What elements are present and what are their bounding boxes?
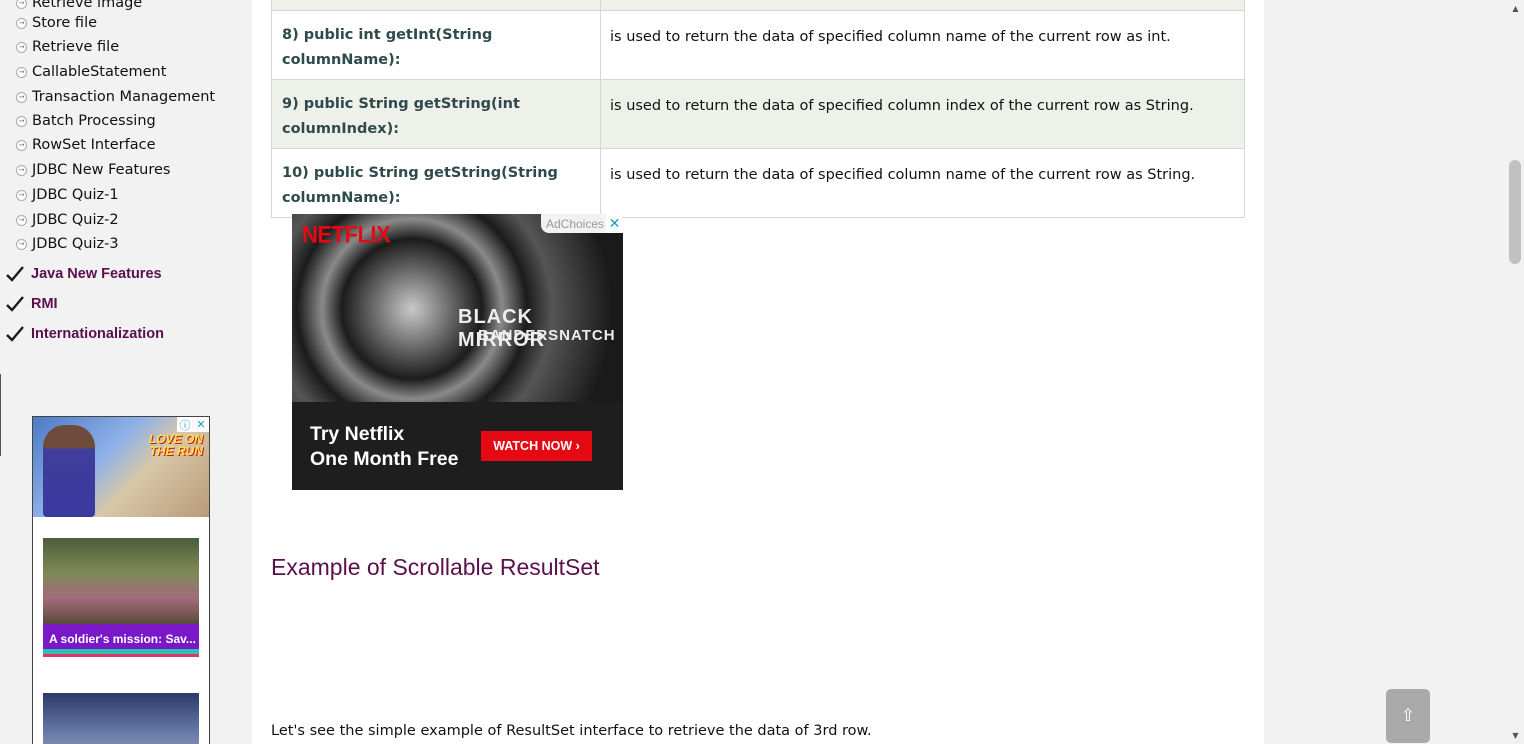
sidebar-item-label: Retrieve file — [32, 39, 120, 55]
section-heading: Example of Scrollable ResultSet — [271, 554, 600, 580]
ad-tagline: Try Netflix One Month Free — [310, 422, 458, 472]
ad-card-caption: A soldier's mission: Sav... — [43, 624, 199, 654]
sidebar-item-label: CallableStatement — [32, 64, 167, 80]
table-row: 10) public String getString(String colum… — [271, 148, 1245, 218]
sidebar-group-rmi[interactable]: RMI — [6, 292, 58, 316]
sidebar-item-label: RowSet Interface — [32, 137, 156, 153]
intro-paragraph: Let's see the simple example of ResultSe… — [271, 723, 872, 739]
ad-info-icon[interactable]: ⓘ — [177, 417, 193, 432]
adchoices-label: AdChoices — [545, 216, 604, 231]
bullet-icon: → — [16, 66, 27, 78]
ad-person-figure — [43, 425, 95, 517]
sidebar-item-label: JDBC Quiz-3 — [32, 236, 119, 252]
bullet-icon: → — [16, 17, 27, 29]
bullet-icon: → — [16, 238, 27, 250]
right-gutter — [1264, 0, 1507, 744]
ad-card-thumbnail — [43, 693, 199, 744]
main-content: 8) public int getInt(String columnName):… — [252, 0, 1264, 744]
sidebar-item-jdbc-new-features[interactable]: → JDBC New Features — [16, 159, 170, 181]
sidebar-item-store-file[interactable]: → Store file — [16, 12, 97, 34]
bullet-icon: → — [16, 189, 27, 201]
scroll-down-icon[interactable]: ▼ — [1507, 727, 1524, 744]
bullet-icon: → — [16, 164, 27, 176]
netflix-logo: NETFLIX — [302, 220, 391, 249]
bullet-icon: → — [16, 0, 27, 9]
sidebar-group-java-new-features[interactable]: Java New Features — [6, 262, 162, 286]
bullet-icon: → — [16, 139, 27, 151]
sidebar-item-label: Transaction Management — [32, 89, 216, 105]
sidebar-item-retrieve-file[interactable]: → Retrieve file — [16, 36, 119, 58]
sidebar-item-rowset-interface[interactable]: → RowSet Interface — [16, 134, 156, 156]
method-description: is used to return the data of specified … — [600, 79, 1245, 149]
sidebar-advertisement[interactable]: LOVE ON THE RUN ⓘ ✕ A soldier's mission:… — [32, 416, 210, 744]
scroll-to-top-button[interactable]: ⇧ — [1386, 689, 1430, 743]
ad-bottom-panel: Try Netflix One Month Free WATCH NOW › — [292, 402, 623, 490]
sidebar-item-label: Retrieve image — [32, 0, 143, 11]
watch-now-button[interactable]: WATCH NOW › — [481, 431, 592, 461]
checkmark-icon — [6, 296, 24, 312]
sidebar-divider — [0, 374, 1, 456]
method-signature: 10) public String getString(String colum… — [271, 148, 601, 218]
ad-card-stripe — [43, 654, 199, 657]
table-row: 9) public String getString(int columnInd… — [271, 79, 1245, 149]
ad-card[interactable]: A soldier's mission: Sav... — [43, 538, 199, 657]
checkmark-icon — [6, 326, 24, 342]
ad-card-thumbnail — [43, 538, 199, 624]
netflix-advertisement[interactable]: NETFLIX BLACK MIRROR BANDERSNATCH AdChoi… — [292, 214, 623, 490]
ad-banner-text: LOVE ON THE RUN — [148, 432, 203, 458]
method-signature: 8) public int getInt(String columnName): — [271, 10, 601, 80]
ad-show-subtitle: BANDERSNATCH — [478, 327, 616, 344]
bullet-icon: → — [16, 41, 27, 53]
methods-table: 8) public int getInt(String columnName):… — [271, 0, 1245, 218]
sidebar-item-jdbc-quiz-1[interactable]: → JDBC Quiz-1 — [16, 184, 119, 206]
sidebar-group-label: RMI — [31, 296, 58, 312]
bullet-icon: → — [16, 214, 27, 226]
sidebar-item-batch-processing[interactable]: → Batch Processing — [16, 110, 156, 132]
sidebar-item-label: Batch Processing — [32, 113, 156, 129]
method-description: is used to return the data of specified … — [600, 10, 1245, 80]
sidebar-group-label: Java New Features — [31, 266, 162, 282]
ad-close-icon[interactable]: ✕ — [193, 417, 209, 432]
scroll-up-icon[interactable]: ▲ — [1507, 0, 1524, 17]
sidebar: → Retrieve image → Store file → Retrieve fi… — [0, 0, 252, 744]
sidebar-item-jdbc-quiz-3[interactable]: → JDBC Quiz-3 — [16, 233, 119, 255]
bullet-icon: → — [16, 115, 27, 127]
sidebar-item-label: JDBC Quiz-2 — [32, 212, 119, 228]
bullet-icon: → — [16, 91, 27, 103]
sidebar-item-transaction-management[interactable]: → Transaction Management — [16, 86, 215, 108]
ad-tagline-line-1: Try Netflix — [310, 423, 405, 445]
adchoices-badge[interactable]: AdChoices ✕ — [540, 214, 623, 233]
sidebar-group-internationalization[interactable]: Internationalization — [6, 322, 164, 346]
ad-controls: ⓘ ✕ — [177, 417, 209, 432]
table-row: 8) public int getInt(String columnName):… — [271, 10, 1245, 80]
ad-close-icon[interactable]: ✕ — [606, 214, 623, 233]
sidebar-group-label: Internationalization — [31, 326, 164, 342]
sidebar-item-callablestatement[interactable]: → CallableStatement — [16, 61, 166, 83]
checkmark-icon — [6, 266, 24, 282]
ad-tagline-line-2: One Month Free — [310, 448, 459, 470]
sidebar-item-jdbc-quiz-2[interactable]: → JDBC Quiz-2 — [16, 209, 119, 231]
sidebar-item-label: Store file — [32, 15, 98, 31]
method-description: is used to return the data of specified … — [600, 148, 1245, 218]
sidebar-item-label: JDBC Quiz-1 — [32, 187, 119, 203]
table-row — [271, 0, 1245, 11]
scrollbar-thumb[interactable] — [1509, 160, 1521, 264]
sidebar-item-label: JDBC New Features — [32, 162, 171, 178]
method-signature: 9) public String getString(int columnInd… — [271, 79, 601, 149]
ad-card[interactable] — [43, 693, 199, 744]
scrollbar[interactable]: ▲ ▼ — [1507, 0, 1524, 744]
